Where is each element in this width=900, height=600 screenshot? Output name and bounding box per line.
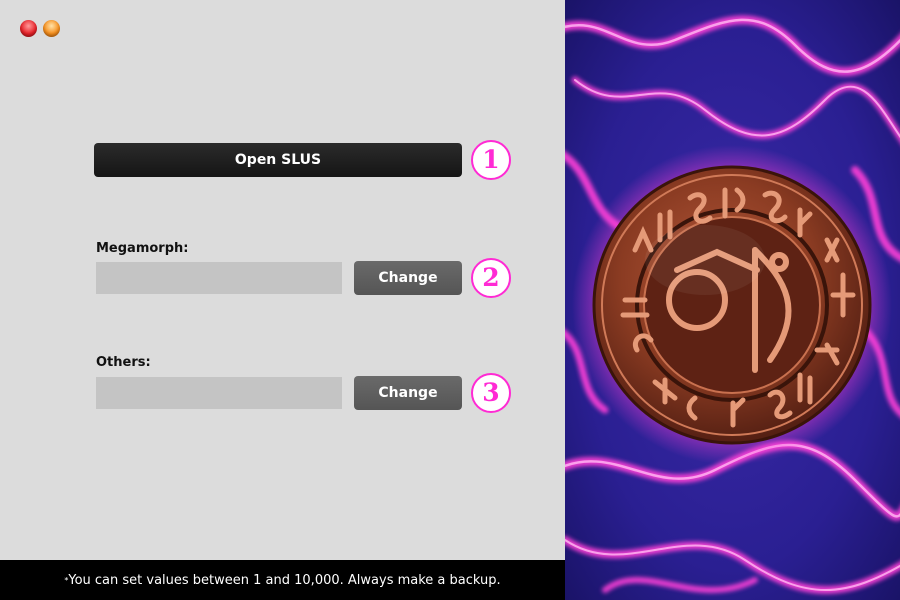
open-slus-button[interactable]: Open SLUS [94, 143, 462, 177]
footer-text: You can set values between 1 and 10,000.… [68, 572, 501, 588]
megamorph-change-button[interactable]: Change [354, 261, 462, 295]
open-slus-label: Open SLUS [234, 152, 322, 168]
others-label: Others: [96, 355, 151, 370]
megamorph-change-label: Change [378, 270, 438, 286]
others-change-button[interactable]: Change [354, 376, 462, 410]
step-2-badge: 2 [471, 258, 511, 298]
step-1-badge: 1 [471, 140, 511, 180]
settings-panel: Open SLUS 1 Megamorph: Change 2 Others: … [0, 0, 565, 600]
megamorph-input[interactable] [96, 262, 342, 294]
megamorph-label: Megamorph: [96, 241, 189, 256]
minimize-button[interactable] [43, 20, 60, 37]
app-window: Open SLUS 1 Megamorph: Change 2 Others: … [0, 0, 900, 600]
medallion-artwork-image [565, 0, 900, 600]
step-3-badge: 3 [471, 373, 511, 413]
footer-note: * You can set values between 1 and 10,00… [0, 560, 565, 600]
card-artwork [565, 0, 900, 600]
window-controls [20, 20, 60, 37]
others-input[interactable] [96, 377, 342, 409]
others-change-label: Change [378, 385, 438, 401]
close-button[interactable] [20, 20, 37, 37]
